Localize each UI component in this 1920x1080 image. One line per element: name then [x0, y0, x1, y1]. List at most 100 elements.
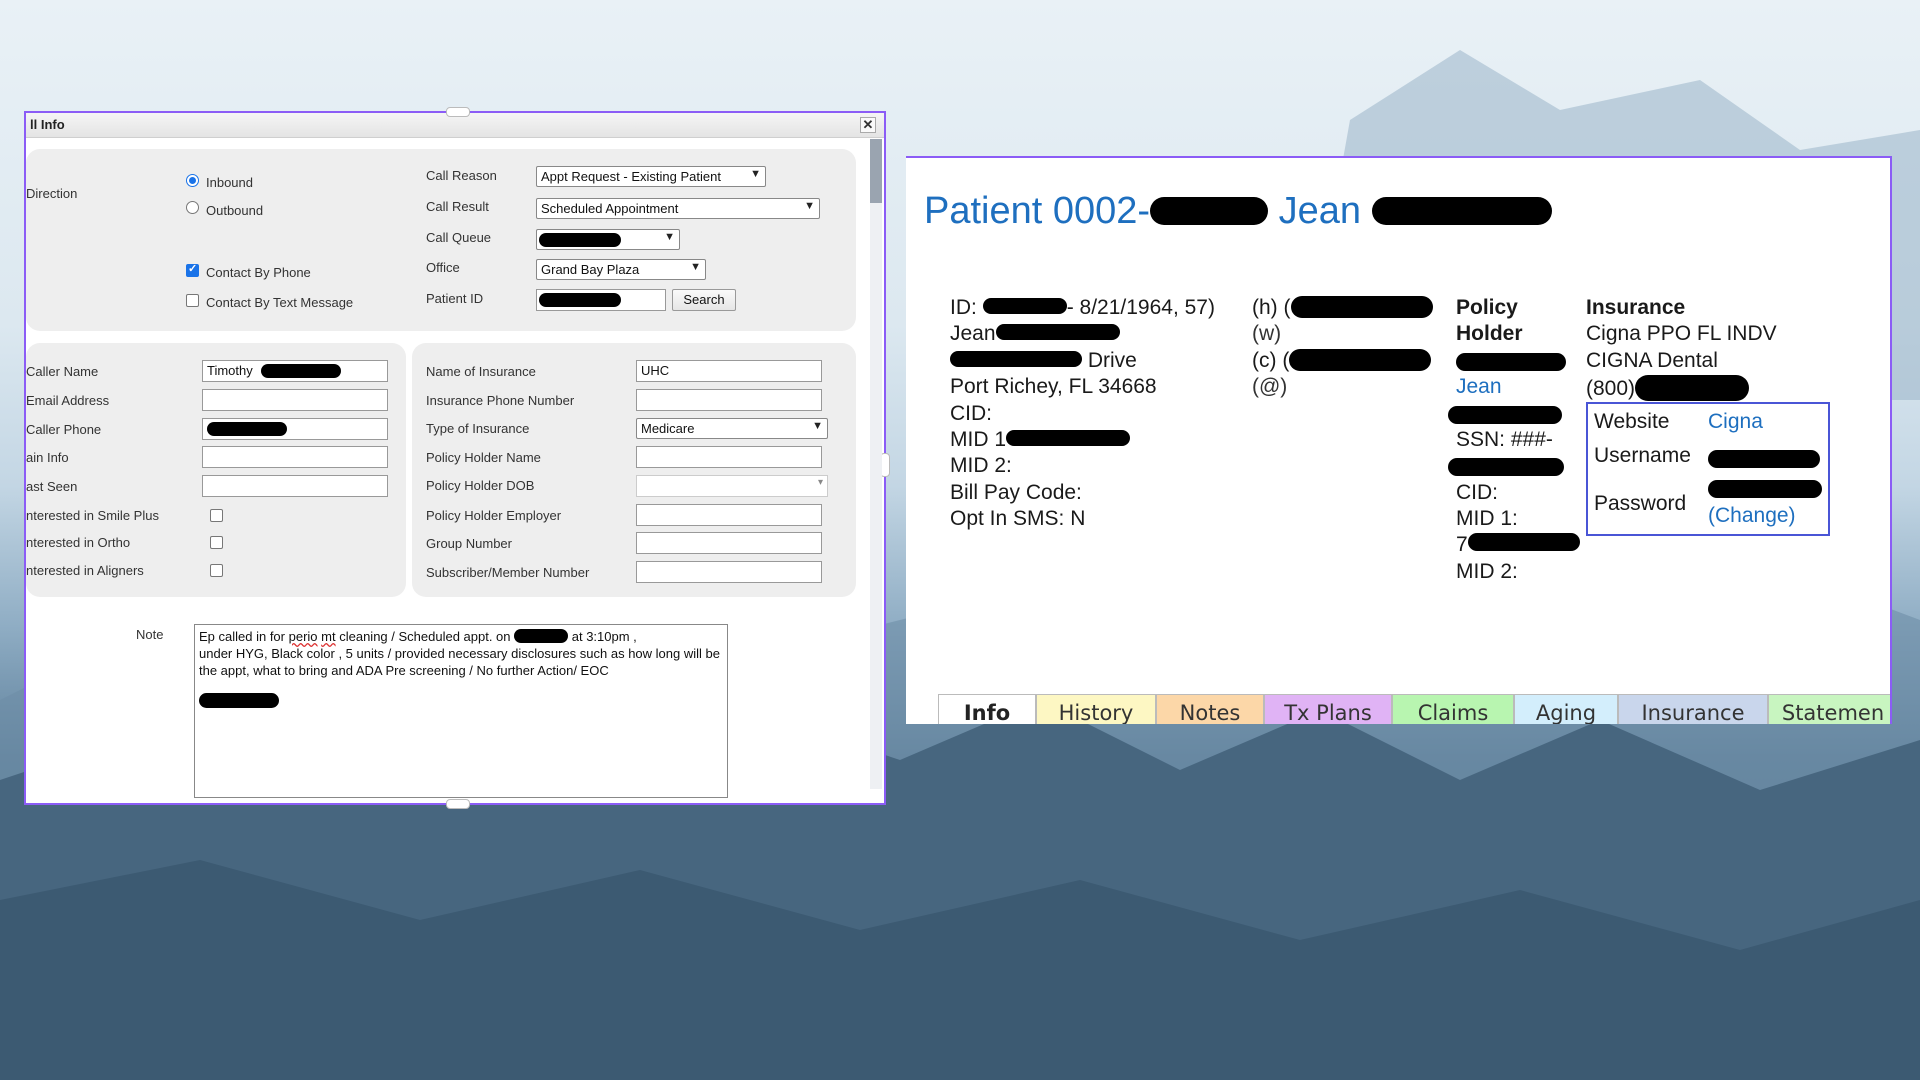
policy-holder-cid: CID:: [1456, 481, 1498, 504]
resize-handle-top[interactable]: [446, 107, 470, 117]
calendar-dropdown-icon[interactable]: ▾: [818, 477, 823, 488]
patient-bill-pay: Bill Pay Code:: [950, 481, 1082, 504]
office-label: Office: [426, 260, 460, 275]
patient-opt-in: Opt In SMS: N: [950, 507, 1086, 530]
ortho-label: nterested in Ortho: [26, 535, 131, 550]
outbound-radio[interactable]: [186, 201, 199, 214]
insurance-phone-input[interactable]: [636, 389, 822, 411]
redacted-value: [539, 293, 621, 307]
website-label: Website: [1594, 410, 1670, 433]
call-reason-select[interactable]: Appt Request - Existing Patient ▼: [536, 166, 766, 187]
policy-holder-ssn: SSN: ###-: [1456, 428, 1553, 451]
caller-name-input[interactable]: Timothy: [202, 360, 388, 382]
tab-info[interactable]: Info: [938, 694, 1036, 724]
last-seen-label: ast Seen: [26, 479, 78, 494]
close-icon[interactable]: ✕: [860, 117, 876, 133]
note-textarea[interactable]: Ep called in for perio mt cleaning / Sch…: [194, 624, 728, 798]
redacted-value: [1456, 353, 1566, 371]
redacted-value: [995, 324, 1120, 340]
chevron-down-icon: ▼: [690, 261, 701, 273]
redacted-value: [1150, 197, 1269, 225]
insurance-dental: CIGNA Dental: [1586, 349, 1718, 372]
call-result-select[interactable]: Scheduled Appointment ▼: [536, 198, 820, 219]
scrollbar-track[interactable]: [870, 139, 882, 789]
tab-claims[interactable]: Claims: [1392, 694, 1514, 724]
ortho-checkbox[interactable]: [210, 536, 223, 549]
call-reason-value: Appt Request - Existing Patient: [541, 169, 721, 184]
email-label: Email Address: [26, 393, 110, 408]
policy-holder-mid1: MID 1:: [1456, 507, 1518, 530]
group-number-input[interactable]: [636, 532, 822, 554]
redacted-value: [1708, 480, 1822, 498]
tab-notes[interactable]: Notes: [1156, 694, 1264, 724]
redacted-signature: [199, 693, 279, 708]
redacted-value: [1635, 375, 1750, 401]
resize-handle-bottom[interactable]: [446, 799, 470, 809]
pain-info-input[interactable]: [202, 446, 388, 468]
inbound-radio[interactable]: [186, 174, 199, 187]
redacted-value: [982, 298, 1067, 314]
patient-id-input[interactable]: [536, 289, 666, 311]
redacted-date: [514, 629, 569, 643]
redacted-value: [1467, 533, 1580, 551]
subscriber-number-input[interactable]: [636, 561, 822, 583]
redacted-value: [1289, 349, 1432, 371]
note-text: Ep called in for perio mt cleaning / Sch…: [199, 629, 720, 678]
caller-phone-input[interactable]: [202, 418, 388, 440]
chevron-down-icon: ▼: [664, 231, 675, 243]
policy-holder-link[interactable]: Jean: [1456, 375, 1502, 399]
office-value: Grand Bay Plaza: [541, 262, 640, 277]
tab-tx-plans[interactable]: Tx Plans: [1264, 694, 1392, 724]
contact-by-phone-label: Contact By Phone: [206, 265, 311, 280]
patient-cid: CID:: [950, 402, 992, 425]
website-link[interactable]: Cigna: [1708, 410, 1763, 434]
patient-id-line: ID: - 8/21/1964, 57): [950, 296, 1215, 319]
policy-holder-dob-label: Policy Holder DOB: [426, 478, 535, 493]
call-info-dialog: ll Info ✕ Direction Inbound Outbound Con…: [24, 107, 890, 809]
email-input[interactable]: [202, 389, 388, 411]
office-select[interactable]: Grand Bay Plaza ▼: [536, 259, 706, 280]
change-password-link[interactable]: (Change): [1708, 504, 1796, 528]
patient-mid2: MID 2:: [950, 454, 1012, 477]
call-queue-select[interactable]: ▼: [536, 229, 680, 250]
insurance-type-select[interactable]: Medicare ▼: [636, 418, 828, 439]
insurance-header: Insurance: [1586, 296, 1686, 319]
contact-by-text-checkbox[interactable]: [186, 294, 199, 307]
patient-name-line: Jean: [950, 322, 1120, 346]
call-queue-label: Call Queue: [426, 230, 492, 245]
tab-history[interactable]: History: [1036, 694, 1156, 724]
redacted-value: [539, 233, 621, 247]
scrollbar-thumb[interactable]: [870, 139, 882, 203]
redacted-value: [1290, 296, 1433, 318]
policy-holder-dob-input[interactable]: ▾: [636, 475, 828, 497]
page-title: Patient 0002- Jean: [924, 190, 1552, 233]
insurance-type-value: Medicare: [641, 421, 695, 436]
aligners-checkbox[interactable]: [210, 564, 223, 577]
tab-statements[interactable]: Statemen: [1768, 694, 1890, 724]
subscriber-number-label: Subscriber/Member Number: [426, 565, 590, 580]
policy-holder-employer-input[interactable]: [636, 504, 822, 526]
tab-aging[interactable]: Aging: [1514, 694, 1618, 724]
policy-holder-name-input[interactable]: [636, 446, 822, 468]
phone-cell: (c) (: [1252, 349, 1432, 373]
chevron-down-icon: ▼: [812, 420, 823, 432]
password-label: Password: [1594, 492, 1687, 515]
phone-home: (h) (: [1252, 296, 1433, 320]
last-seen-input[interactable]: [202, 475, 388, 497]
policy-holder-header-1: Policy: [1456, 296, 1518, 319]
call-reason-label: Call Reason: [426, 168, 497, 183]
policy-holder-mid2: MID 2:: [1456, 560, 1518, 583]
redacted-value: [261, 364, 341, 378]
insurance-phone: (800): [1586, 375, 1750, 401]
redacted-value: [207, 422, 287, 436]
policy-holder-employer-label: Policy Holder Employer: [426, 508, 562, 523]
tab-insurance[interactable]: Insurance: [1618, 694, 1768, 724]
caller-phone-label: Caller Phone: [26, 422, 102, 437]
contact-by-phone-checkbox[interactable]: [186, 262, 199, 277]
pain-info-label: ain Info: [26, 450, 69, 465]
smile-plus-checkbox[interactable]: [210, 509, 223, 522]
insurance-name-input[interactable]: UHC: [636, 360, 822, 382]
search-button[interactable]: Search: [672, 289, 736, 311]
outbound-label: Outbound: [206, 203, 264, 218]
patient-window: Patient 0002- Jean ID: - 8/21/1964, 57) …: [906, 156, 1892, 724]
